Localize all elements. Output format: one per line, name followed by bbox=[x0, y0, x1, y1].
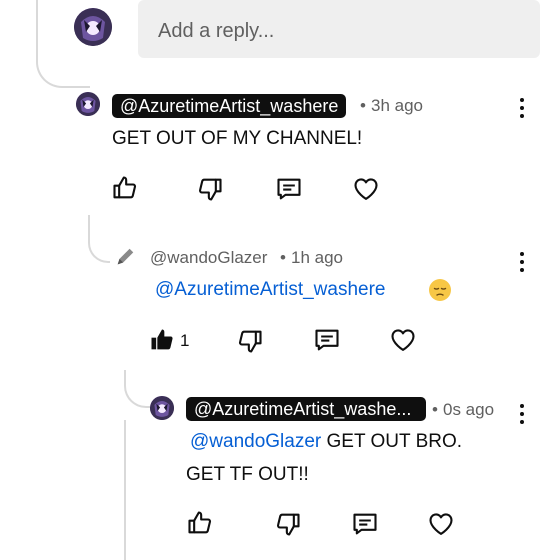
mention-link[interactable]: @AzuretimeArtist_washere bbox=[155, 279, 385, 300]
thumbs-up-icon[interactable] bbox=[186, 509, 214, 537]
comment-text: @wandoGlazer GET OUT BRO. bbox=[190, 426, 462, 457]
comment-text-line-1: GET OUT BRO. bbox=[321, 431, 463, 452]
thumbs-down-icon[interactable] bbox=[236, 327, 264, 355]
thumbs-down-icon[interactable] bbox=[274, 510, 302, 538]
comment-timestamp[interactable]: 3h ago bbox=[371, 96, 423, 116]
like-count: 1 bbox=[180, 331, 190, 350]
user-avatar[interactable] bbox=[74, 8, 112, 46]
comment-text: GET OUT OF MY CHANNEL! bbox=[112, 128, 363, 149]
mention-link[interactable]: @wandoGlazer bbox=[190, 431, 321, 452]
thumbs-down-icon[interactable] bbox=[196, 175, 224, 203]
thumbs-up-icon[interactable] bbox=[111, 174, 139, 202]
comment-avatar[interactable] bbox=[150, 396, 174, 420]
heart-icon[interactable] bbox=[389, 326, 417, 354]
thread-line-reply-1 bbox=[88, 215, 110, 263]
heart-icon[interactable] bbox=[352, 175, 380, 203]
more-vert-icon[interactable] bbox=[517, 252, 527, 276]
comment-timestamp[interactable]: 0s ago bbox=[443, 400, 494, 420]
pencil-icon bbox=[114, 246, 136, 268]
comment-text-line-2: GET TF OUT!! bbox=[186, 464, 309, 485]
comment-separator: • bbox=[360, 96, 366, 115]
reply-icon[interactable] bbox=[313, 326, 341, 354]
comment-separator: • bbox=[280, 248, 286, 267]
more-vert-icon[interactable] bbox=[517, 98, 527, 122]
reply-icon[interactable] bbox=[351, 510, 379, 538]
comment-avatar[interactable] bbox=[76, 92, 100, 116]
reply-box[interactable] bbox=[138, 0, 540, 58]
thread-line-reply-2 bbox=[124, 370, 150, 408]
comment-separator: • bbox=[432, 400, 438, 419]
comment-author-handle[interactable]: @AzuretimeArtist_washe... bbox=[186, 397, 426, 421]
comment-timestamp[interactable]: 1h ago bbox=[291, 248, 343, 268]
comment-author-handle[interactable]: @wandoGlazer bbox=[150, 248, 267, 268]
pensive-face-icon bbox=[428, 278, 452, 302]
reply-input[interactable] bbox=[156, 16, 520, 46]
comment-text: @AzuretimeArtist_washere bbox=[155, 274, 385, 305]
heart-icon[interactable] bbox=[427, 510, 455, 538]
thumbs-up-filled-icon[interactable] bbox=[148, 326, 176, 354]
thread-line-reply-2-tail bbox=[124, 420, 126, 560]
comment-author-handle[interactable]: @AzuretimeArtist_washere bbox=[112, 94, 347, 118]
reply-icon[interactable] bbox=[275, 175, 303, 203]
more-vert-icon[interactable] bbox=[517, 404, 527, 428]
